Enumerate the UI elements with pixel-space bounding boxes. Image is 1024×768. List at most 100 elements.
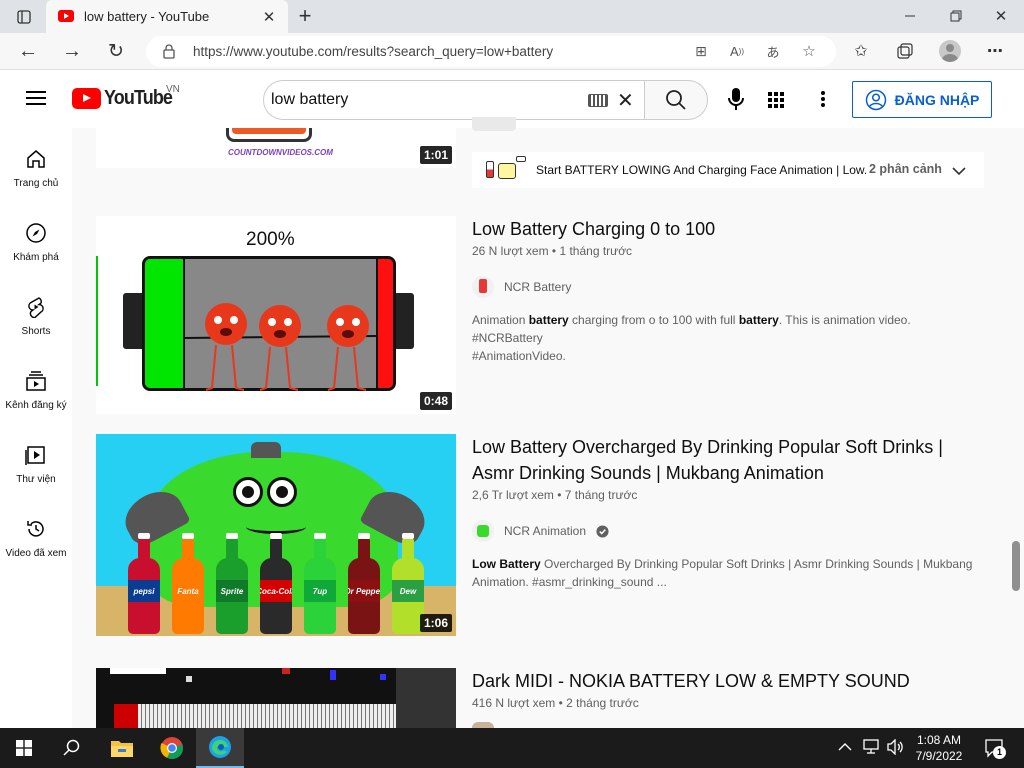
sidebar-item-shorts[interactable]: Shorts	[0, 276, 72, 350]
sidebar-item-explore[interactable]: Khám phá	[0, 202, 72, 276]
volume-icon[interactable]	[886, 738, 904, 760]
notification-count: 1	[993, 746, 1006, 759]
new-tab-button[interactable]: +	[292, 3, 318, 28]
verified-badge-icon	[596, 524, 609, 538]
video-title[interactable]: Low Battery Overcharged By Drinking Popu…	[472, 434, 962, 486]
region-code: VN	[166, 84, 180, 95]
close-window-icon[interactable]: ✕	[987, 5, 1015, 27]
desc-line: Animation. #asmr_drinking_sound ...	[472, 575, 667, 589]
video-thumbnail-2[interactable]: pepsi Fanta Sprite Coca-Cola 7up Dr Pepper Dew…	[96, 434, 456, 636]
youtube-play-icon	[72, 88, 101, 109]
favorites-icon[interactable]: ✩	[848, 39, 874, 63]
monster-eye-right	[267, 477, 297, 507]
signin-label: ĐĂNG NHẬP	[894, 91, 980, 108]
channel-row[interactable]: NCR Animation	[472, 520, 609, 542]
sidebar-item-home[interactable]: Trang chủ	[0, 128, 72, 202]
show-hidden-icons-icon[interactable]	[838, 740, 852, 755]
more-options-icon[interactable]	[820, 90, 826, 113]
soft-drink-bottle: Dr Pepper	[348, 533, 380, 634]
midi-note	[330, 670, 336, 680]
compass-icon	[26, 223, 46, 243]
midi-note	[380, 674, 386, 680]
profile-avatar-icon[interactable]	[939, 40, 961, 62]
scrollbar-thumb[interactable]	[1012, 541, 1020, 591]
battery-characters-icon	[183, 303, 377, 391]
browser-tab[interactable]: low battery - YouTube ✕	[46, 0, 288, 33]
clear-search-icon[interactable]: ✕	[617, 88, 634, 113]
keyboard-icon[interactable]	[588, 94, 608, 107]
video-title[interactable]: Low Battery Charging 0 to 100	[472, 216, 962, 242]
chrome-button[interactable]	[148, 728, 196, 768]
search-input[interactable]: low battery ✕	[263, 80, 645, 120]
battery-graphic	[226, 128, 312, 142]
video-thumbnail-top[interactable]: COUNTDOWNVIDEOS.COM 1:01	[96, 128, 456, 168]
settings-menu-icon[interactable]: ⋯	[982, 39, 1008, 63]
channel-name: NCR Battery	[504, 280, 572, 294]
channel-name: NCR Animation	[504, 524, 587, 538]
bottle-label: Dr Pepper	[348, 580, 380, 602]
forward-icon[interactable]: →	[58, 39, 86, 63]
refresh-icon[interactable]: ↻	[102, 39, 130, 63]
notifications-icon[interactable]: 1	[984, 738, 1006, 763]
url-text: https://www.youtube.com/results?search_q…	[193, 44, 554, 59]
midi-panel	[396, 668, 456, 728]
desc-keyword: battery	[528, 313, 569, 327]
system-clock[interactable]: 1:08 AM 7/9/2022	[910, 732, 968, 764]
start-button[interactable]	[0, 728, 48, 768]
desc-text: Overcharged By Drinking Popular Soft Dri…	[540, 557, 973, 571]
desc-keyword: battery	[738, 313, 779, 327]
edge-icon	[209, 736, 231, 758]
url-field[interactable]: https://www.youtube.com/results?search_q…	[146, 36, 836, 67]
bottle-label: Coca-Cola	[260, 580, 292, 602]
sidebar-label: Video đã xem	[5, 548, 67, 559]
file-explorer-button[interactable]	[98, 728, 146, 768]
bottle-label: Sprite	[216, 580, 248, 602]
search-taskbar-button[interactable]	[48, 728, 96, 768]
collections-icon[interactable]	[892, 39, 918, 63]
video-title[interactable]: Dark MIDI - NOKIA BATTERY LOW & EMPTY SO…	[472, 668, 962, 694]
sidebar-item-history[interactable]: Video đã xem	[0, 498, 72, 572]
apps-grid-icon[interactable]	[767, 91, 785, 114]
voice-search-icon[interactable]	[727, 87, 745, 116]
back-icon[interactable]: ←	[14, 39, 42, 63]
video-thumbnail-1[interactable]: 200% 0:48	[96, 216, 456, 414]
chapter-count: 2 phân cảnh	[869, 162, 942, 176]
youtube-logo[interactable]: YouTube	[72, 87, 180, 110]
chapter-thumbnail-icon	[484, 156, 528, 184]
read-aloud-icon[interactable]: A))	[726, 40, 748, 62]
video-duration: 0:48	[419, 392, 452, 410]
add-favorite-icon[interactable]: ☆	[798, 40, 820, 62]
battery-right-terminal	[394, 293, 414, 349]
sidebar-item-library[interactable]: Thư viện	[0, 424, 72, 498]
search-icon	[666, 90, 686, 110]
clock-date: 7/9/2022	[915, 749, 963, 763]
soft-drink-bottle: 7up	[304, 533, 336, 634]
sidebar-item-subscriptions[interactable]: Kênh đăng ký	[0, 350, 72, 424]
app-available-icon[interactable]: ⊞	[690, 40, 712, 62]
edge-button[interactable]	[196, 728, 244, 768]
desc-line: #AnimationVideo.	[472, 349, 566, 363]
signin-button[interactable]: ĐĂNG NHẬP	[852, 81, 992, 118]
chapters-bar[interactable]: Start BATTERY LOWING And Charging Face A…	[472, 152, 984, 188]
minimize-icon[interactable]	[896, 5, 924, 27]
network-icon[interactable]	[862, 739, 880, 760]
desc-text: charging from o to 100 with full	[568, 313, 739, 327]
restore-icon[interactable]	[942, 5, 970, 27]
youtube-logo-text: YouTube	[104, 87, 173, 109]
translate-icon[interactable]: あ	[762, 40, 784, 62]
thumb-edge	[96, 256, 98, 386]
tab-actions-icon[interactable]	[10, 6, 38, 28]
chevron-down-icon[interactable]	[952, 163, 966, 181]
soft-drink-bottle: Coca-Cola	[260, 533, 292, 634]
search-button[interactable]	[644, 80, 708, 120]
lock-icon	[162, 43, 176, 64]
channel-row[interactable]: NCR Battery	[472, 276, 571, 298]
video-title-line: Asmr Drinking Sounds | Mukbang Animation	[472, 463, 824, 483]
tab-close-icon[interactable]: ✕	[258, 6, 280, 28]
video-thumbnail-3[interactable]	[96, 668, 456, 728]
shorts-icon	[28, 297, 44, 318]
hamburger-menu-icon[interactable]	[26, 90, 46, 111]
soft-drink-bottle: Fanta	[172, 533, 204, 634]
search-icon	[63, 739, 80, 756]
soft-drink-bottle: pepsi	[128, 533, 160, 634]
